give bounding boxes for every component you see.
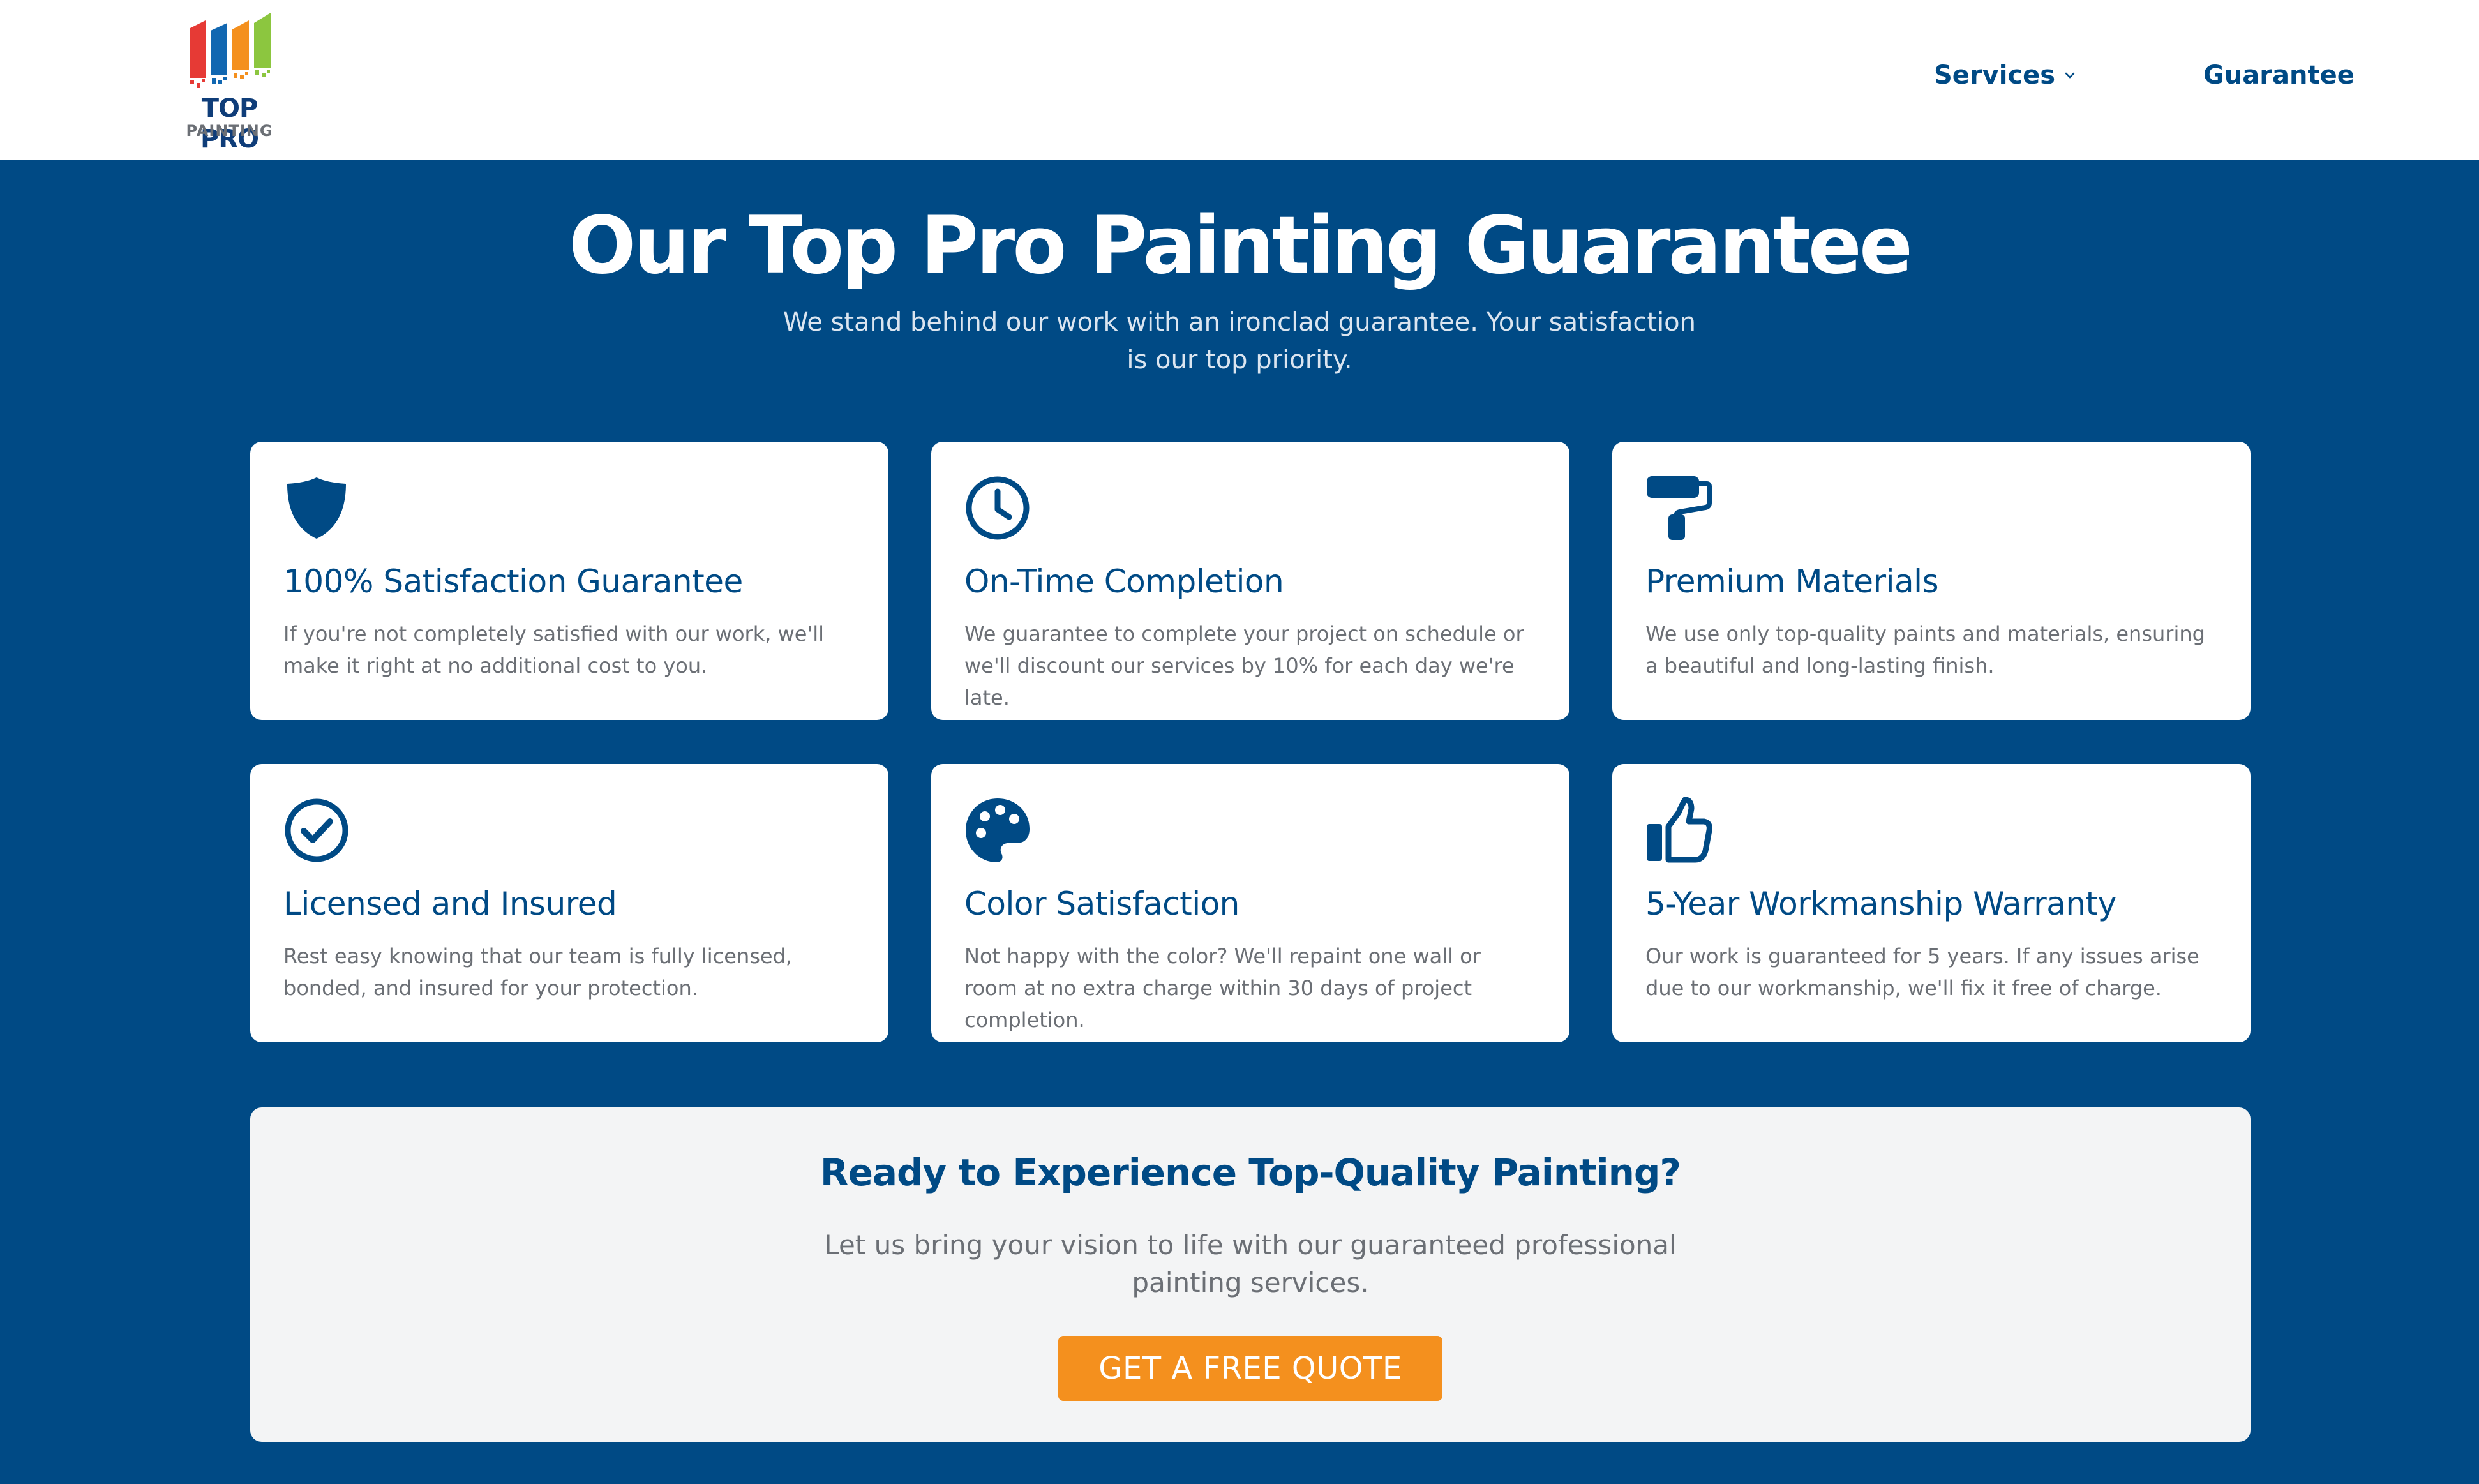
palette-icon: [966, 798, 1030, 862]
card-description: Not happy with the color? We'll repaint …: [964, 944, 1481, 1032]
card-title: Color Satisfaction: [964, 885, 1240, 922]
nav-item-guarantee[interactable]: Guarantee: [2203, 56, 2355, 94]
card-title: Premium Materials: [1645, 563, 1939, 600]
guarantee-card-satisfaction: 100% Satisfaction Guarantee If you're no…: [250, 442, 888, 720]
logo[interactable]: TOP PRO PAINTING: [174, 11, 285, 154]
chevron-down-icon: [2065, 72, 2075, 79]
card-description: If you're not completely satisfied with …: [283, 622, 825, 678]
card-title: 100% Satisfaction Guarantee: [283, 563, 743, 600]
site-header: TOP PRO PAINTING Services Guarantee: [0, 0, 2479, 160]
card-title: Licensed and Insured: [283, 885, 617, 922]
nav-item-services[interactable]: Services: [1934, 56, 2076, 94]
guarantee-card-warranty: 5-Year Workmanship Warranty Our work is …: [1612, 764, 2251, 1042]
nav-item-label: Guarantee: [2203, 61, 2355, 90]
cta-panel: Ready to Experience Top-Quality Painting…: [250, 1107, 2251, 1442]
card-title: On-Time Completion: [964, 563, 1284, 600]
guarantee-card-materials: Premium Materials We use only top-qualit…: [1612, 442, 2251, 720]
page-title: Our Top Pro Painting Guarantee: [569, 200, 1913, 292]
guarantee-card-on-time: On-Time Completion We guarantee to compl…: [931, 442, 1569, 720]
page-subtitle: We stand behind our work with an ironcla…: [783, 308, 1696, 375]
logo-paint-bars-icon: [190, 13, 271, 88]
card-description: Rest easy knowing that our team is fully…: [283, 944, 793, 1000]
nav-item-label: Services: [1934, 61, 2056, 90]
card-description: We use only top-quality paints and mater…: [1645, 622, 2205, 678]
guarantee-card-color: Color Satisfaction Not happy with the co…: [931, 764, 1569, 1042]
check-circle-icon: [285, 798, 348, 862]
clock-icon: [966, 476, 1030, 540]
logo-subtitle: PAINTING: [186, 122, 273, 140]
shield-icon: [287, 477, 346, 539]
thumbs-up-icon: [1647, 797, 1712, 863]
get-free-quote-button[interactable]: GET A FREE QUOTE: [1058, 1336, 1442, 1401]
paint-roller-icon: [1647, 476, 1712, 540]
cta-title: Ready to Experience Top-Quality Painting…: [820, 1151, 1681, 1194]
cta-text: Let us bring your vision to life with ou…: [824, 1229, 1677, 1298]
card-title: 5-Year Workmanship Warranty: [1645, 885, 2116, 922]
guarantee-card-licensed: Licensed and Insured Rest easy knowing t…: [250, 764, 888, 1042]
card-description: We guarantee to complete your project on…: [964, 622, 1524, 710]
card-description: Our work is guaranteed for 5 years. If a…: [1645, 944, 2199, 1000]
